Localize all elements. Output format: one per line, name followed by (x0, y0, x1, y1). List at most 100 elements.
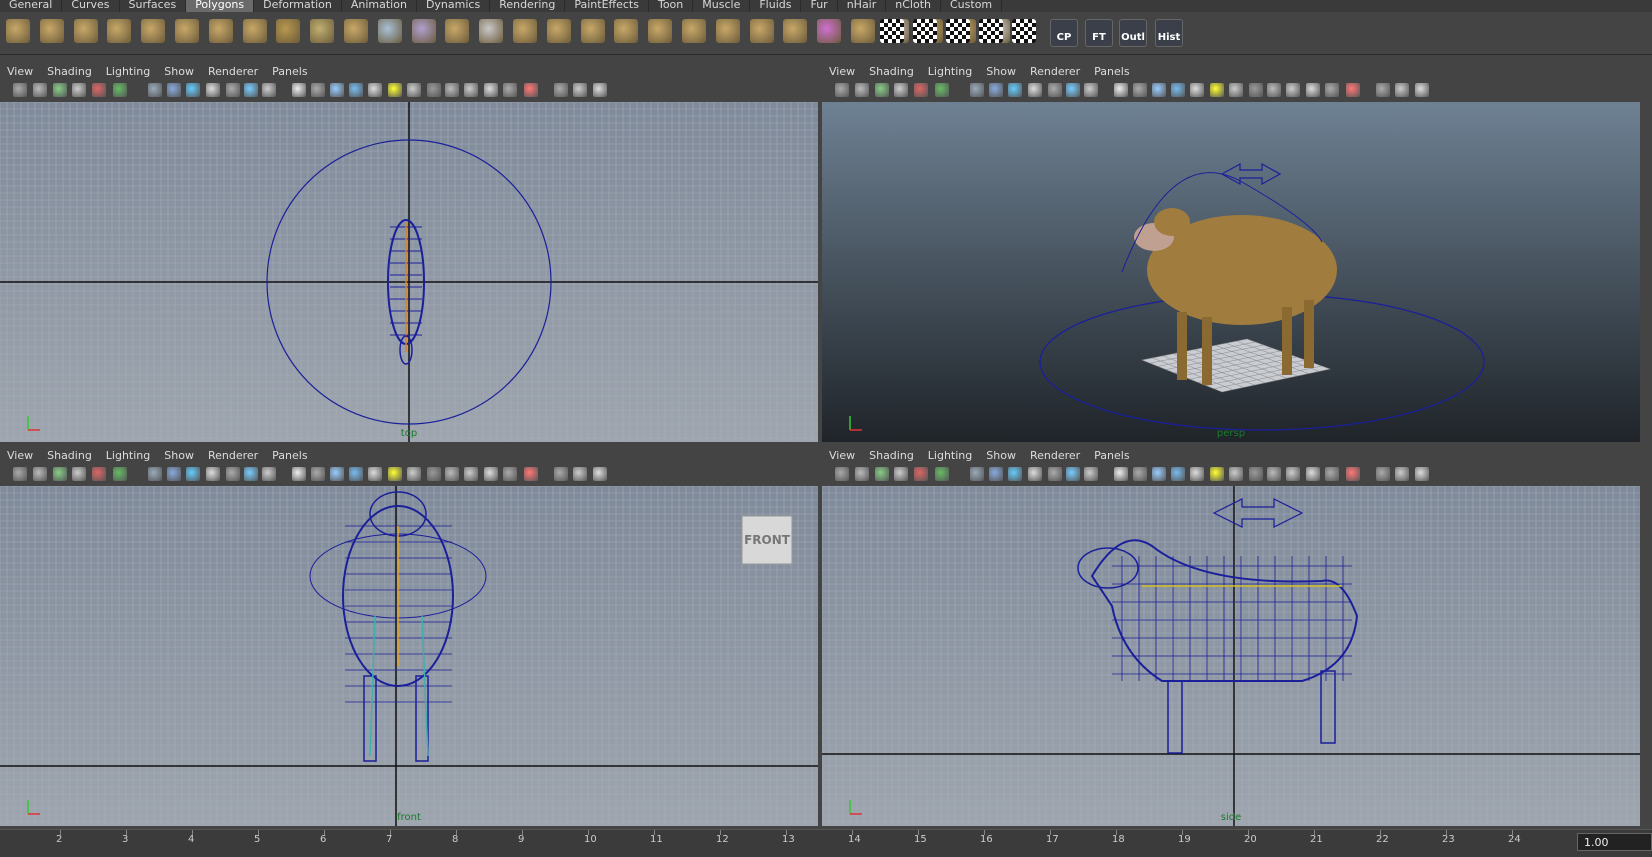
bevel-icon[interactable] (513, 19, 537, 43)
bookmark-icon[interactable] (875, 467, 889, 481)
image-plane-icon[interactable] (894, 467, 908, 481)
viewport-menu-show[interactable]: Show (157, 65, 201, 78)
texture-icon[interactable] (1084, 467, 1098, 481)
grease-pencil-icon[interactable] (935, 83, 949, 97)
2d-pan-icon[interactable] (92, 467, 106, 481)
xray-active-icon[interactable] (1267, 83, 1281, 97)
viewport-canvas[interactable]: persp (822, 102, 1640, 442)
append-icon[interactable] (614, 19, 639, 43)
wireframe-icon[interactable] (167, 467, 181, 481)
sculpt-icon[interactable] (749, 19, 774, 43)
outliner-button[interactable]: Outl (1119, 19, 1147, 47)
default-light-icon[interactable] (1114, 467, 1128, 481)
offset-edge-icon[interactable] (715, 19, 740, 43)
selection-mask-4-icon[interactable] (979, 19, 1003, 43)
wireframe-icon[interactable] (167, 83, 181, 97)
camera-attr-icon[interactable] (33, 83, 47, 97)
viewport-menu-show[interactable]: Show (157, 449, 201, 462)
viewport-menu-panels[interactable]: Panels (265, 65, 314, 78)
image-plane-icon[interactable] (894, 83, 908, 97)
anti-alias-icon[interactable] (1210, 83, 1224, 97)
xray-icon[interactable] (1048, 83, 1062, 97)
bookmark-icon[interactable] (53, 467, 67, 481)
viewport-menu-shading[interactable]: Shading (40, 65, 99, 78)
viewport-menu-show[interactable]: Show (979, 449, 1023, 462)
camera-attr-icon[interactable] (855, 83, 869, 97)
anti-alias-icon[interactable] (388, 83, 402, 97)
all-lights-icon[interactable] (1133, 83, 1147, 97)
smooth-icon[interactable] (479, 19, 504, 43)
resolution-gate-icon[interactable] (1306, 83, 1320, 97)
shadows-icon[interactable] (330, 467, 344, 481)
default-light-icon[interactable] (1114, 83, 1128, 97)
viewport-menu-lighting[interactable]: Lighting (99, 65, 157, 78)
depth-icon[interactable] (1229, 467, 1243, 481)
all-lights-icon[interactable] (311, 467, 325, 481)
camera-attr-icon[interactable] (33, 467, 47, 481)
viewport-menu-shading[interactable]: Shading (40, 449, 99, 462)
view-cube[interactable]: FRONT (741, 515, 793, 565)
combine-icon[interactable] (377, 19, 402, 43)
viewport-menu-renderer[interactable]: Renderer (1023, 449, 1087, 462)
resolution-gate-icon[interactable] (484, 467, 498, 481)
tab-rendering[interactable]: Rendering (490, 0, 566, 12)
tab-fur[interactable]: Fur (801, 0, 838, 12)
xray-active-icon[interactable] (445, 467, 459, 481)
safe-title-icon[interactable] (524, 83, 538, 97)
default-light-icon[interactable] (292, 467, 306, 481)
xray-icon[interactable] (226, 467, 240, 481)
camera-attr-icon[interactable] (855, 467, 869, 481)
viewport-menu-panels[interactable]: Panels (265, 449, 314, 462)
cone-icon[interactable] (107, 19, 132, 43)
uv-icon[interactable] (851, 19, 875, 43)
tab-animation[interactable]: Animation (342, 0, 417, 12)
tab-nhair[interactable]: nHair (838, 0, 887, 12)
sync-icon[interactable] (593, 467, 607, 481)
wireframe-icon[interactable] (989, 83, 1003, 97)
anti-alias-icon[interactable] (388, 467, 402, 481)
selection-mask-1-icon[interactable] (880, 19, 904, 43)
camera-select-icon[interactable] (13, 83, 27, 97)
time-slider[interactable]: 1.00 2 3 4 5 6 7 8 9 10 11 12 13 14 15 16 17 18 19 20 21 22 2… (0, 829, 1652, 857)
shadows-icon[interactable] (1152, 467, 1166, 481)
xray-icon[interactable] (226, 83, 240, 97)
shadows-icon[interactable] (1152, 83, 1166, 97)
viewport-menu-shading[interactable]: Shading (862, 449, 921, 462)
viewport-canvas[interactable]: side (822, 486, 1640, 826)
isolate-icon[interactable] (427, 467, 441, 481)
grease-pencil-icon[interactable] (113, 83, 127, 97)
selection-mask-5-icon[interactable] (1012, 19, 1036, 43)
depth-icon[interactable] (407, 467, 421, 481)
ambient-occlusion-icon[interactable] (1171, 83, 1185, 97)
safe-action-icon[interactable] (503, 83, 517, 97)
viewport-menu-lighting[interactable]: Lighting (99, 449, 157, 462)
default-light-icon[interactable] (292, 83, 306, 97)
viewport-menu-view[interactable]: View (0, 449, 40, 462)
cube-icon[interactable] (39, 19, 64, 43)
flat-shade-icon[interactable] (206, 467, 220, 481)
bookmark-icon[interactable] (875, 83, 889, 97)
grid-icon[interactable] (148, 83, 162, 97)
history-button[interactable]: Hist (1155, 19, 1183, 47)
current-frame-field[interactable]: 1.00 (1577, 833, 1652, 851)
camera-select-icon[interactable] (13, 467, 27, 481)
selection-mask-3-icon[interactable] (946, 19, 970, 43)
xray-joints-icon[interactable] (244, 83, 258, 97)
cylinder-icon[interactable] (73, 19, 98, 43)
grease-pencil-icon[interactable] (935, 467, 949, 481)
smooth-shade-icon[interactable] (1008, 467, 1022, 481)
tab-curves[interactable]: Curves (62, 0, 120, 12)
motion-blur-icon[interactable] (1190, 83, 1204, 97)
film-gate-icon[interactable] (1395, 467, 1409, 481)
field-chart-icon[interactable] (554, 467, 568, 481)
safe-action-icon[interactable] (1325, 83, 1339, 97)
viewport-menu-show[interactable]: Show (979, 65, 1023, 78)
xray-joints-icon[interactable] (244, 467, 258, 481)
camera-gate-icon[interactable] (1286, 83, 1300, 97)
motion-blur-icon[interactable] (368, 467, 382, 481)
tab-painteffects[interactable]: PaintEffects (565, 0, 649, 12)
sync-icon[interactable] (593, 83, 607, 97)
2d-pan-icon[interactable] (914, 467, 928, 481)
tab-ncloth[interactable]: nCloth (886, 0, 941, 12)
field-chart-icon[interactable] (554, 83, 568, 97)
